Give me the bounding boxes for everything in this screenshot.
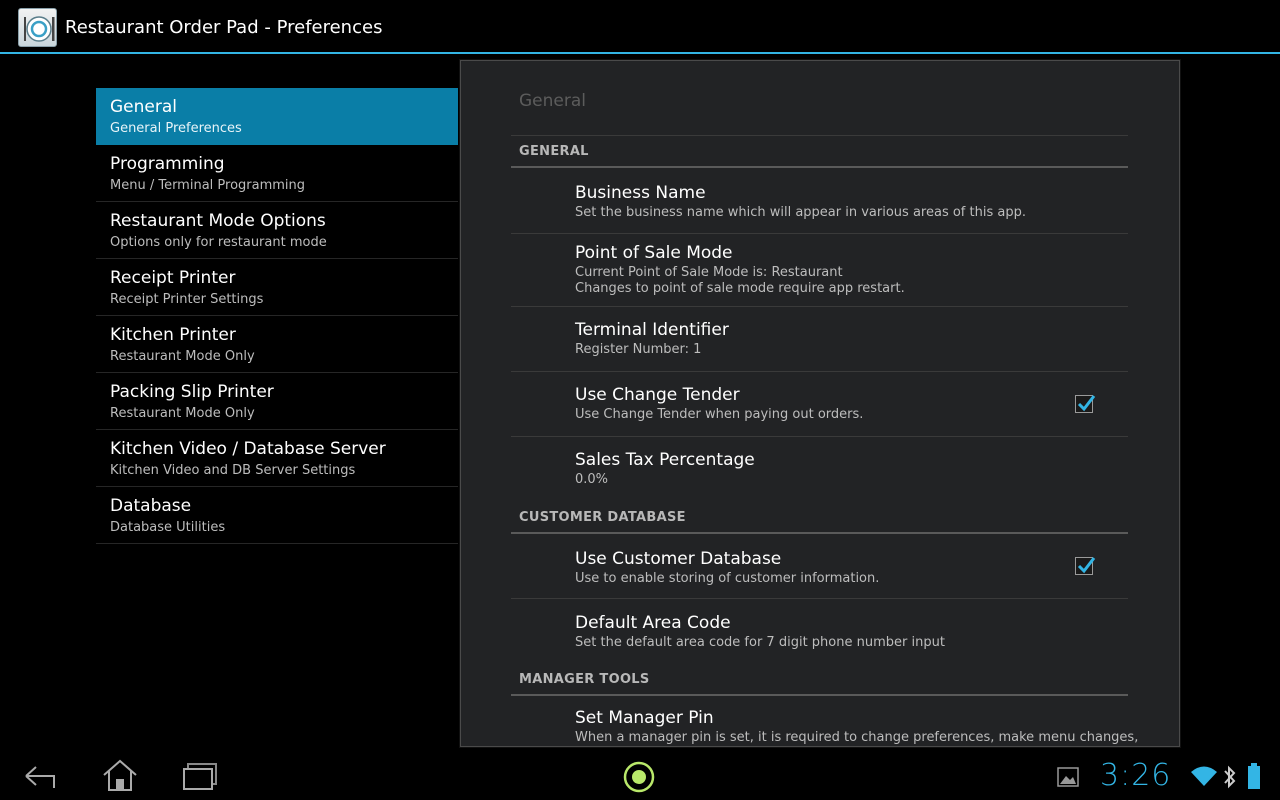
header-item-restaurant-mode-options[interactable]: Restaurant Mode Options Options only for… — [96, 202, 458, 259]
header-item-programming[interactable]: Programming Menu / Terminal Programming — [96, 145, 458, 202]
pref-title: Use Customer Database — [575, 549, 782, 569]
pref-title: Set Manager Pin — [575, 708, 714, 728]
preference-headers-list: General General Preferences Programming … — [96, 88, 458, 544]
pref-use-customer-database[interactable]: Use Customer Database Use to enable stor… — [511, 534, 1128, 599]
pref-title: Point of Sale Mode — [575, 243, 733, 263]
header-summary: Database Utilities — [110, 520, 226, 535]
pref-use-change-tender[interactable]: Use Change Tender Use Change Tender when… — [511, 372, 1128, 437]
header-item-general[interactable]: General General Preferences — [96, 88, 458, 145]
pref-summary: Current Point of Sale Mode is: Restauran… — [575, 265, 843, 280]
header-title: Kitchen Printer — [110, 325, 236, 345]
pref-set-manager-pin[interactable]: Set Manager Pin When a manager pin is se… — [511, 696, 1139, 746]
header-title: Restaurant Mode Options — [110, 211, 326, 231]
back-icon[interactable] — [22, 760, 58, 796]
pref-summary: When a manager pin is set, it is require… — [575, 730, 1139, 745]
pref-default-area-code[interactable]: Default Area Code Set the default area c… — [511, 599, 1128, 664]
wifi-icon — [1190, 764, 1218, 792]
pref-point-of-sale-mode[interactable]: Point of Sale Mode Current Point of Sale… — [511, 234, 1128, 307]
system-navigation-bar — [0, 752, 1280, 800]
pref-title: Terminal Identifier — [575, 320, 729, 340]
category-manager-tools: MANAGER TOOLS — [511, 664, 1128, 696]
pref-title: Business Name — [575, 183, 706, 203]
pref-business-name[interactable]: Business Name Set the business name whic… — [511, 168, 1128, 234]
header-summary: Kitchen Video and DB Server Settings — [110, 463, 356, 478]
header-title: General — [110, 97, 177, 117]
header-title: Packing Slip Printer — [110, 382, 274, 402]
gallery-notification-icon[interactable] — [1056, 766, 1080, 792]
header-item-kitchen-printer[interactable]: Kitchen Printer Restaurant Mode Only — [96, 316, 458, 373]
battery-icon — [1246, 762, 1262, 794]
category-general: GENERAL — [511, 136, 1128, 168]
pref-title: Sales Tax Percentage — [575, 450, 755, 470]
pref-summary-line-2: Changes to point of sale mode require ap… — [575, 281, 905, 296]
pref-summary: 0.0% — [575, 472, 609, 487]
preferences-panel[interactable]: General GENERAL Business Name Set the bu… — [459, 59, 1181, 748]
breadcrumb: General — [519, 91, 586, 111]
status-clock: 3:26 — [1100, 758, 1172, 793]
bluetooth-icon — [1222, 764, 1238, 794]
preference-list: GENERAL Business Name Set the business n… — [511, 136, 1139, 746]
header-summary: Menu / Terminal Programming — [110, 178, 306, 193]
header-summary: Options only for restaurant mode — [110, 235, 327, 250]
pref-title: Default Area Code — [575, 613, 731, 633]
header-title: Receipt Printer — [110, 268, 236, 288]
header-summary: Restaurant Mode Only — [110, 406, 255, 421]
pref-summary: Use to enable storing of customer inform… — [575, 571, 880, 586]
pref-summary: Register Number: 1 — [575, 342, 702, 357]
pref-terminal-identifier[interactable]: Terminal Identifier Register Number: 1 — [511, 307, 1128, 372]
app-title: Restaurant Order Pad - Preferences — [65, 17, 383, 38]
home-icon[interactable] — [100, 757, 140, 797]
pref-sales-tax-percentage[interactable]: Sales Tax Percentage 0.0% — [511, 437, 1128, 502]
header-item-packing-slip-printer[interactable]: Packing Slip Printer Restaurant Mode Onl… — [96, 373, 458, 430]
header-item-database[interactable]: Database Database Utilities — [96, 487, 458, 544]
header-item-kitchen-video[interactable]: Kitchen Video / Database Server Kitchen … — [96, 430, 458, 487]
header-summary: Restaurant Mode Only — [110, 349, 255, 364]
use-customer-database-checkbox[interactable] — [1075, 557, 1096, 575]
app-indicator-icon[interactable] — [622, 760, 656, 798]
plate-fork-knife-icon[interactable] — [18, 8, 57, 47]
header-title: Kitchen Video / Database Server — [110, 439, 386, 459]
action-bar: Restaurant Order Pad - Preferences — [0, 0, 1280, 54]
header-summary: General Preferences — [110, 121, 242, 136]
use-change-tender-checkbox[interactable] — [1075, 395, 1096, 413]
category-customer-database: CUSTOMER DATABASE — [511, 502, 1128, 534]
recent-apps-icon[interactable] — [182, 762, 218, 796]
pref-summary: Set the business name which will appear … — [575, 205, 1026, 220]
header-item-receipt-printer[interactable]: Receipt Printer Receipt Printer Settings — [96, 259, 458, 316]
header-summary: Receipt Printer Settings — [110, 292, 264, 307]
header-title: Database — [110, 496, 192, 516]
pref-title: Use Change Tender — [575, 385, 740, 405]
pref-summary: Use Change Tender when paying out orders… — [575, 407, 864, 422]
action-bar-divider — [0, 52, 1280, 54]
pref-summary: Set the default area code for 7 digit ph… — [575, 635, 945, 650]
header-title: Programming — [110, 154, 225, 174]
